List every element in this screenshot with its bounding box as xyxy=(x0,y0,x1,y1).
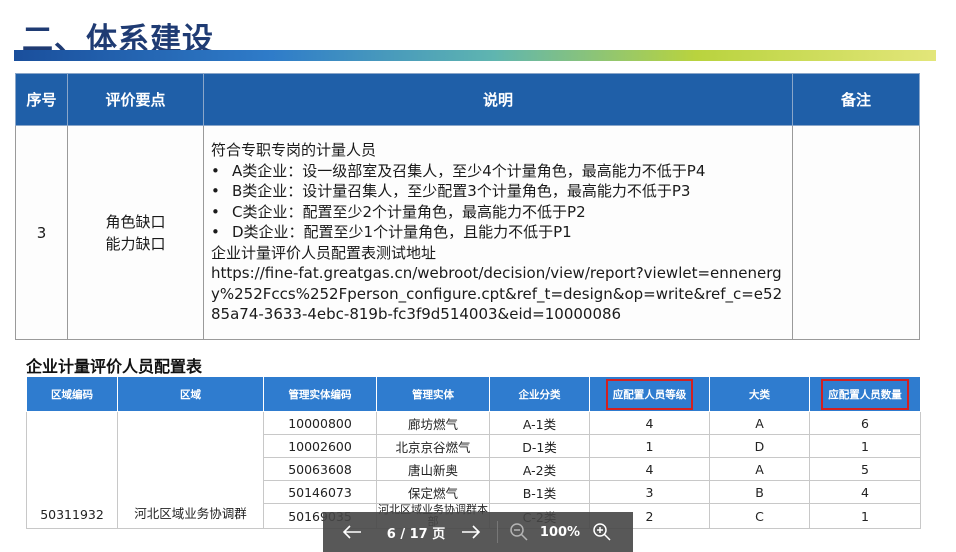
count-cell: 1 xyxy=(809,434,921,458)
category-cell: D xyxy=(709,434,810,458)
criteria-header-row: 序号 评价要点 说明 备注 xyxy=(15,73,920,126)
header-entity-code: 管理实体编码 xyxy=(263,376,377,412)
zoom-in-button[interactable] xyxy=(586,512,618,552)
entity-cell: 廊坊燃气 xyxy=(376,411,490,435)
header-points: 评价要点 xyxy=(67,73,204,126)
evaluation-points: 角色缺口 能力缺口 xyxy=(67,125,204,340)
category-cell: A xyxy=(709,411,810,435)
arrow-left-icon xyxy=(342,525,361,539)
desc-intro: 符合专职专岗的计量人员 xyxy=(211,141,377,160)
category-cell: C xyxy=(709,503,810,529)
bullet-item: • C类企业：配置至少2个计量角色，最高能力不低于P2 xyxy=(211,202,786,223)
count-cell: 1 xyxy=(809,503,921,529)
url-label: 企业计量评价人员配置表测试地址 xyxy=(211,243,437,262)
criteria-row: 3 角色缺口 能力缺口 符合专职专岗的计量人员 • A类企业：设一级部室及召集人… xyxy=(15,125,920,340)
bullet-text: A类企业：设一级部室及召集人，至少4个计量角色，最高能力不低于P4 xyxy=(232,161,706,180)
zoom-in-icon xyxy=(593,523,611,541)
header-number: 序号 xyxy=(15,73,68,126)
test-url-link[interactable]: https://fine-fat.greatgas.cn/webroot/dec… xyxy=(211,263,786,325)
next-page-button[interactable] xyxy=(451,512,491,552)
region-cell: 河北区域业务协调群 xyxy=(117,411,264,529)
header-required-level: 应配置人员等级 xyxy=(589,376,710,412)
header-category: 大类 xyxy=(709,376,810,412)
bullet-item: • B类企业：设计量召集人，至少配置3个计量角色，最高能力不低于P3 xyxy=(211,181,786,202)
level-cell: 1 xyxy=(589,434,710,458)
remarks-cell xyxy=(792,125,920,340)
highlight-box: 应配置人员等级 xyxy=(605,378,694,410)
header-region-code: 区域编码 xyxy=(26,376,118,412)
description-cell: 符合专职专岗的计量人员 • A类企业：设一级部室及召集人，至少4个计量角色，最高… xyxy=(203,125,793,340)
config-table-title: 企业计量评价人员配置表 xyxy=(26,357,203,376)
category-cell: A xyxy=(709,457,810,481)
zoom-level: 100% xyxy=(539,524,581,540)
table-row: 50311932 河北区域业务协调群 10000800 廊坊燃气 A-1类 4 … xyxy=(26,411,921,529)
entity-code-cell: 10002600 xyxy=(263,434,377,458)
zoom-out-button[interactable] xyxy=(504,512,534,552)
class-cell: A-2类 xyxy=(489,457,590,481)
pdf-viewer-toolbar: 6 / 17 页 100% xyxy=(323,512,633,552)
bullet-item: • D类企业：配置至少1个计量角色，且能力不低于P1 xyxy=(211,222,786,243)
region-code-cell: 50311932 xyxy=(26,411,118,529)
zoom-out-icon xyxy=(510,523,528,541)
level-cell: 4 xyxy=(589,457,710,481)
arrow-right-icon xyxy=(462,525,481,539)
point-capability-gap: 能力缺口 xyxy=(105,234,166,253)
bullet-icon: • xyxy=(211,223,220,242)
bullet-text: B类企业：设计量召集人，至少配置3个计量角色，最高能力不低于P3 xyxy=(232,182,691,201)
header-region: 区域 xyxy=(117,376,264,412)
entity-cell: 唐山新奥 xyxy=(376,457,490,481)
count-cell: 4 xyxy=(809,480,921,504)
entity-code-cell: 10000800 xyxy=(263,411,377,435)
level-cell: 3 xyxy=(589,480,710,504)
count-cell: 6 xyxy=(809,411,921,435)
header-enterprise-class: 企业分类 xyxy=(489,376,590,412)
header-remarks: 备注 xyxy=(792,73,920,126)
highlight-box: 应配置人员数量 xyxy=(821,378,909,410)
header-required-count: 应配置人员数量 xyxy=(809,376,921,412)
bullet-icon: • xyxy=(211,161,220,180)
entity-cell: 北京京谷燃气 xyxy=(376,434,490,458)
point-role-gap: 角色缺口 xyxy=(105,212,166,231)
entity-code-cell: 50146073 xyxy=(263,480,377,504)
toolbar-divider xyxy=(497,521,498,543)
header-description: 说明 xyxy=(203,73,793,126)
class-cell: B-1类 xyxy=(489,480,590,504)
class-cell: D-1类 xyxy=(489,434,590,458)
row-number: 3 xyxy=(15,125,68,340)
count-cell: 5 xyxy=(809,457,921,481)
bullet-text: C类企业：配置至少2个计量角色，最高能力不低于P2 xyxy=(232,202,586,221)
bullet-item: • A类企业：设一级部室及召集人，至少4个计量角色，最高能力不低于P4 xyxy=(211,161,786,182)
header-entity: 管理实体 xyxy=(376,376,490,412)
config-table: 区域编码 区域 管理实体编码 管理实体 企业分类 应配置人员等级 大类 应配置人… xyxy=(26,376,921,529)
level-cell: 4 xyxy=(589,411,710,435)
criteria-table: 序号 评价要点 说明 备注 3 角色缺口 能力缺口 符合专职专岗的计量人员 • … xyxy=(15,73,920,340)
previous-page-button[interactable] xyxy=(323,512,381,552)
entity-code-cell: 50063608 xyxy=(263,457,377,481)
title-gradient-bar xyxy=(14,50,936,61)
bullet-icon: • xyxy=(211,202,220,221)
bullet-text: D类企业：配置至少1个计量角色，且能力不低于P1 xyxy=(232,223,572,242)
page-indicator: 6 / 17 页 xyxy=(386,526,446,542)
entity-cell: 保定燃气 xyxy=(376,480,490,504)
class-cell: A-1类 xyxy=(489,411,590,435)
bullet-icon: • xyxy=(211,182,220,201)
config-header-row: 区域编码 区域 管理实体编码 管理实体 企业分类 应配置人员等级 大类 应配置人… xyxy=(26,376,921,412)
category-cell: B xyxy=(709,480,810,504)
